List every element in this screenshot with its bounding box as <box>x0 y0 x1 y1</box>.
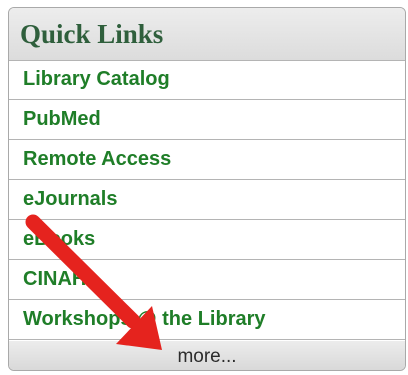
list-item: Library Catalog <box>9 60 405 100</box>
link-remote-access[interactable]: Remote Access <box>23 148 171 170</box>
link-cinahl[interactable]: CINAHL <box>23 268 99 290</box>
link-library-catalog[interactable]: Library Catalog <box>23 68 170 90</box>
link-ebooks[interactable]: eBooks <box>23 228 95 250</box>
list-item: Remote Access <box>9 140 405 180</box>
panel-title: Quick Links <box>20 19 164 49</box>
more-bar: more... <box>9 341 405 370</box>
link-ejournals[interactable]: eJournals <box>23 188 117 210</box>
more-link[interactable]: more... <box>177 346 236 367</box>
link-workshops[interactable]: Workshops @ the Library <box>23 308 266 330</box>
list-item: Workshops @ the Library <box>9 300 405 340</box>
quick-links-panel: Quick Links Library Catalog PubMed Remot… <box>8 7 406 371</box>
list-item: eJournals <box>9 180 405 220</box>
quick-links-list: Library Catalog PubMed Remote Access eJo… <box>9 60 405 340</box>
panel-header: Quick Links <box>9 8 405 61</box>
list-item: PubMed <box>9 100 405 140</box>
list-item: eBooks <box>9 220 405 260</box>
link-pubmed[interactable]: PubMed <box>23 108 101 130</box>
list-item: CINAHL <box>9 260 405 300</box>
